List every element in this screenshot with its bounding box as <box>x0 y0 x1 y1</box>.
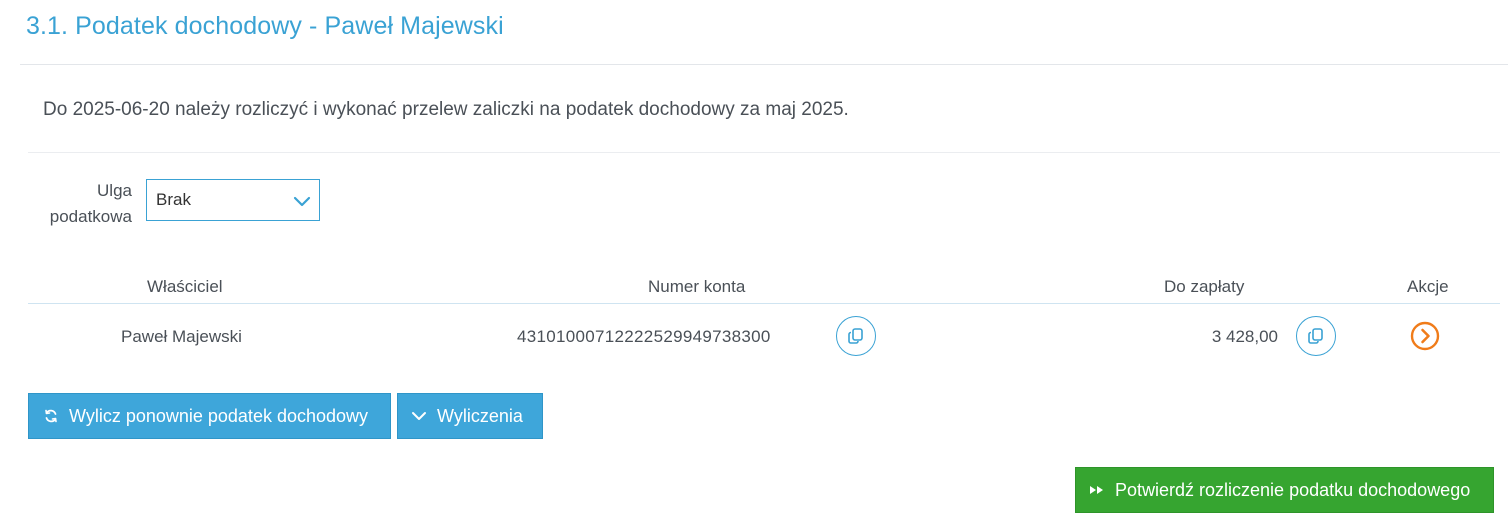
refresh-icon <box>43 408 59 424</box>
fast-forward-icon <box>1089 484 1105 496</box>
ulga-label-line1: Ulga <box>97 181 132 200</box>
recalculate-tax-label: Wylicz ponownie podatek dochodowy <box>69 405 369 426</box>
copy-account-button[interactable] <box>836 316 876 356</box>
owner-cell: Paweł Majewski <box>121 327 242 346</box>
header-divider <box>20 64 1508 65</box>
page-title: 3.1. Podatek dochodowy - Paweł Majewski <box>26 12 504 40</box>
recalculate-tax-button[interactable]: Wylicz ponownie podatek dochodowy <box>28 393 391 439</box>
chevron-right-circle-icon <box>1410 321 1440 351</box>
copy-icon <box>1308 328 1323 344</box>
deadline-notice: Do 2025-06-20 należy rozliczyć i wykonać… <box>43 99 849 120</box>
go-to-details-button[interactable] <box>1410 321 1440 351</box>
ulga-label: Ulga podatkowa <box>36 178 132 230</box>
ulga-selected-value: Brak <box>156 190 191 209</box>
amount-cell: 3 428,00 <box>1211 327 1278 346</box>
column-header-due: Do zapłaty <box>1164 277 1245 296</box>
chevron-down-icon <box>293 196 311 207</box>
calculations-button[interactable]: Wyliczenia <box>397 393 543 439</box>
table-header-divider <box>28 303 1500 304</box>
account-number-cell: 43101000712222529949738300 <box>517 327 771 346</box>
copy-amount-button[interactable] <box>1296 316 1336 356</box>
ulga-select[interactable]: Brak <box>146 179 320 221</box>
confirm-tax-settlement-label: Potwierdź rozliczenie podatku dochodoweg… <box>1115 479 1471 500</box>
calculations-label: Wyliczenia <box>437 405 523 426</box>
ulga-label-line2: podatkowa <box>49 207 132 226</box>
column-header-actions: Akcje <box>1407 277 1449 296</box>
notice-divider <box>28 152 1500 153</box>
copy-icon <box>848 328 863 344</box>
chevron-down-icon <box>411 408 427 424</box>
column-header-owner: Właściciel <box>147 277 223 296</box>
column-header-account: Numer konta <box>648 277 746 296</box>
confirm-tax-settlement-button[interactable]: Potwierdź rozliczenie podatku dochodoweg… <box>1075 467 1494 513</box>
